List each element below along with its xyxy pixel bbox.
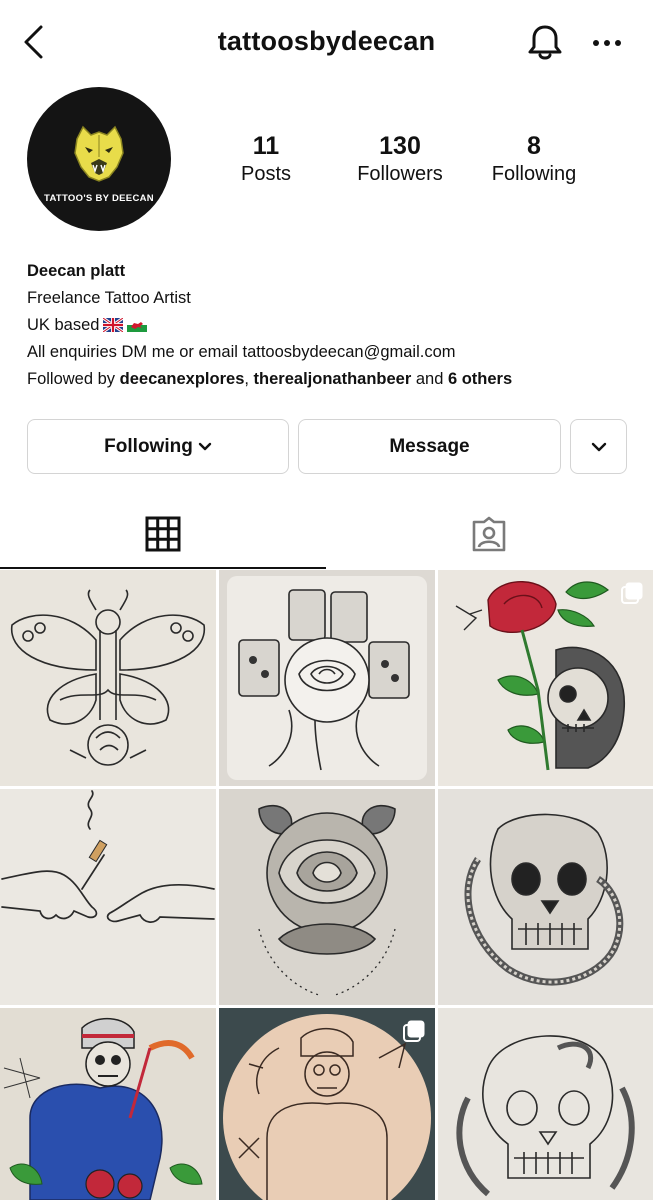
post-thumbnail[interactable] <box>219 570 435 786</box>
hands-cigarette-sketch-image <box>1 790 215 923</box>
posts-grid <box>0 570 653 1200</box>
followers-count: 130 <box>379 132 421 160</box>
notifications-button[interactable] <box>526 22 564 62</box>
followed-by-others[interactable]: 6 others <box>448 370 512 388</box>
post-thumbnail[interactable] <box>438 570 653 786</box>
message-button-label: Message <box>389 435 470 457</box>
following-button[interactable]: Following <box>27 419 289 474</box>
bio-line-2: UK based <box>27 312 637 339</box>
multiple-photos-icon <box>403 1020 425 1042</box>
followed-by-and: and <box>411 370 448 388</box>
rose-cards-sketch-image <box>227 576 427 780</box>
followed-by-user-1[interactable]: deecanexplores <box>120 370 245 388</box>
post-thumbnail[interactable] <box>219 789 435 1005</box>
skull-snake-sketch-image <box>464 813 624 986</box>
skull-snake-outline-sketch-image <box>456 1035 635 1197</box>
more-horizontal-icon <box>593 40 621 46</box>
post-thumbnail[interactable] <box>219 1008 435 1200</box>
skeleton-color-sketch-image <box>3 1017 203 1200</box>
rose-lace-sketch-image <box>258 804 396 996</box>
tab-tagged[interactable] <box>326 500 652 568</box>
followed-by-separator: , <box>244 370 254 388</box>
moth-sketch-image <box>10 589 206 766</box>
posts-label: Posts <box>240 163 292 185</box>
followed-by-user-2[interactable]: therealjonathanbeer <box>254 370 412 388</box>
profile-name: Deecan platt <box>27 262 126 280</box>
multiple-photos-icon <box>621 582 643 604</box>
profile-bio: Deecan platt Freelance Tattoo Artist UK … <box>27 258 637 393</box>
suggested-accounts-button[interactable] <box>570 419 627 474</box>
bell-icon <box>528 25 562 60</box>
following-button-label: Following <box>104 435 193 457</box>
grid-icon <box>145 516 181 552</box>
top-bar: tattoosbydeecan <box>0 0 653 84</box>
tagged-icon <box>472 516 506 552</box>
posts-stat[interactable]: 11 Posts <box>206 130 326 186</box>
bio-location: UK based <box>27 316 100 334</box>
followers-label: Followers <box>357 163 443 185</box>
post-thumbnail[interactable] <box>0 570 216 786</box>
message-button[interactable]: Message <box>298 419 561 474</box>
post-thumbnail[interactable] <box>0 789 216 1005</box>
tab-posts-grid[interactable] <box>0 500 326 568</box>
post-thumbnail[interactable] <box>438 789 653 1005</box>
profile-stats: 11 Posts 130 Followers 8 Following <box>200 130 620 196</box>
chevron-down-icon <box>591 442 606 451</box>
followers-stat[interactable]: 130 Followers <box>340 130 460 186</box>
uk-flag-icon <box>103 318 124 332</box>
wales-flag-icon <box>127 318 148 332</box>
post-thumbnail[interactable] <box>0 1008 216 1200</box>
post-thumbnail[interactable] <box>438 1008 653 1200</box>
posts-count: 11 <box>252 132 280 160</box>
following-count: 8 <box>527 132 541 160</box>
bio-line-3: All enquiries DM me or email tattoosbyde… <box>27 343 456 361</box>
followed-by-prefix: Followed by <box>27 370 120 388</box>
chevron-down-icon <box>198 442 212 450</box>
following-label: Following <box>491 163 577 185</box>
following-stat[interactable]: 8 Following <box>474 130 594 186</box>
more-options-button[interactable] <box>590 28 624 58</box>
followed-by: Followed by deecanexplores, therealjonat… <box>27 366 637 393</box>
profile-tabs <box>0 500 653 570</box>
avatar-logo-text: TATTOO'S BY DEECAN <box>44 193 154 204</box>
active-tab-indicator <box>0 567 326 569</box>
bio-line-1: Freelance Tattoo Artist <box>27 289 191 307</box>
profile-avatar[interactable]: TATTOO'S BY DEECAN <box>27 87 171 231</box>
panther-logo-icon <box>74 125 124 182</box>
